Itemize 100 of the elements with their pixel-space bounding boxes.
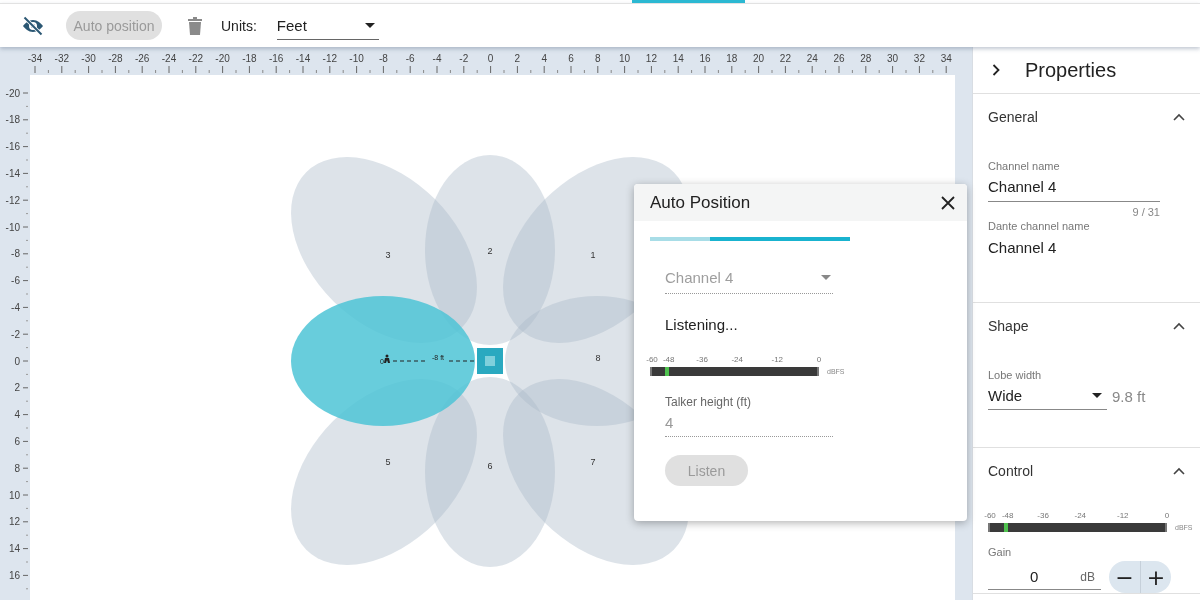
meter-scale-label: -60 [646, 355, 658, 364]
ruler-label: -8 [378, 53, 388, 64]
dante-channel-name: Channel 4 [988, 239, 1058, 256]
meter-scale-label: -48 [1001, 511, 1014, 520]
lobe-number: 3 [385, 250, 391, 260]
ruler-label: -18 [5, 114, 20, 126]
caret-down-icon [1092, 392, 1102, 398]
ruler-label: -14 [5, 167, 20, 179]
meter-scale-label: -60 [984, 511, 996, 520]
ruler-label: -16 [5, 141, 20, 153]
caret-down-icon [364, 22, 375, 28]
ruler-label: -6 [405, 53, 415, 64]
chevron-right-icon[interactable] [992, 64, 1000, 76]
ruler-label: 22 [779, 53, 791, 64]
meter-scale-label: 0 [816, 355, 822, 364]
meter-scale-label: -12 [1116, 511, 1129, 520]
close-icon[interactable] [941, 195, 955, 210]
meter-scale-label: -12 [771, 355, 784, 364]
device-marker [475, 346, 505, 376]
lobe-width-reading: 9.8 ft [1112, 388, 1146, 407]
meter-scale-label: -24 [1074, 511, 1087, 520]
panel-title: Properties [1025, 58, 1117, 82]
lobe-number: 7 [590, 457, 596, 467]
dialog-title: Auto Position [650, 192, 751, 213]
section-title: Shape [988, 318, 1029, 334]
chevron-up-icon[interactable] [1173, 321, 1185, 331]
increase-button[interactable]: + [1140, 561, 1171, 593]
trash-icon[interactable] [188, 16, 202, 35]
ruler-label: 14 [8, 543, 20, 555]
ruler-label: -14 [295, 53, 311, 64]
decrease-button[interactable]: − [1109, 561, 1140, 593]
ruler-label: -4 [432, 53, 442, 64]
ruler-label: 0 [14, 355, 20, 367]
ruler-label: 4 [14, 409, 20, 421]
ruler-label: 12 [8, 516, 20, 528]
caret-down-icon [821, 275, 831, 280]
ruler-label: 26 [833, 53, 845, 64]
gain-field[interactable]: 0 dB [988, 564, 1101, 590]
ruler-label: 2 [14, 382, 20, 394]
ruler-label: -2 [11, 328, 20, 340]
ruler-label: -6 [11, 275, 20, 287]
meter-scale-label: -48 [662, 355, 675, 364]
ruler-label: -34 [27, 53, 43, 64]
ruler-label: 28 [860, 53, 872, 64]
meter-scale-label: -24 [731, 355, 743, 364]
ruler-label: 6 [14, 435, 20, 447]
lobe-number: 6 [487, 461, 493, 471]
ruler-label: -12 [322, 53, 338, 64]
ruler-label: -10 [349, 53, 364, 64]
ruler-label: 24 [806, 53, 818, 64]
ruler-label: 2 [514, 53, 521, 64]
ruler-label: -28 [108, 53, 123, 64]
ruler-label: 16 [699, 53, 711, 64]
chevron-up-icon[interactable] [1173, 466, 1185, 476]
ruler-label: 34 [940, 53, 952, 64]
lobe-number: 8 [595, 353, 601, 363]
status-text: Listening... [665, 316, 739, 333]
field-label: Dante channel name [988, 220, 1091, 232]
chevron-up-icon[interactable] [1173, 112, 1185, 122]
meter-scale-label: -36 [696, 355, 708, 364]
ruler-label: 14 [672, 53, 684, 64]
lobe-width-select[interactable]: Wide [988, 381, 1107, 410]
ruler-label: -8 [11, 248, 20, 260]
ruler-label: 4 [541, 53, 547, 64]
dashed-line [448, 360, 477, 362]
ruler-label: 20 [753, 53, 765, 64]
ruler-label: -10 [5, 221, 20, 233]
meter-scale-label: 0 [1164, 511, 1170, 520]
ruler-label: 18 [726, 53, 738, 64]
lobe-number: 1 [590, 250, 596, 260]
field-label: Gain [988, 546, 1013, 558]
field-label: Channel name [988, 160, 1061, 172]
ruler-label: -32 [54, 53, 70, 64]
ruler-label: 16 [8, 569, 20, 581]
units-select[interactable]: Feet [276, 11, 379, 40]
character-counter: 9 / 31 [1131, 206, 1160, 218]
ruler-label: -26 [134, 53, 150, 64]
field-label: Lobe width [988, 369, 1043, 381]
ruler-label: 6 [568, 53, 574, 64]
ruler-label: -12 [5, 194, 20, 206]
ruler-label: -18 [242, 53, 257, 64]
lobe-number: 2 [487, 246, 493, 256]
ruler-label: 8 [14, 462, 20, 474]
field-label: Talker height (ft) [665, 395, 753, 409]
person-icon [384, 354, 390, 363]
ruler-label: -20 [5, 87, 20, 99]
visibility-off-icon[interactable] [21, 13, 45, 38]
ruler-label: 0 [487, 53, 494, 64]
ruler-label: 12 [645, 53, 657, 64]
section-title: Control [988, 463, 1034, 479]
meter-scale-label: -36 [1037, 511, 1049, 520]
ruler-label: -20 [215, 53, 230, 64]
ruler-label: 32 [913, 53, 925, 64]
channel-name-field[interactable]: Channel 4 [988, 172, 1160, 202]
section-title: General [988, 109, 1038, 125]
ruler-label: -22 [188, 53, 204, 64]
ruler-label: -24 [161, 53, 177, 64]
ruler-label: 8 [595, 53, 601, 64]
ruler-label: -16 [268, 53, 284, 64]
ruler-label: -2 [459, 53, 469, 64]
